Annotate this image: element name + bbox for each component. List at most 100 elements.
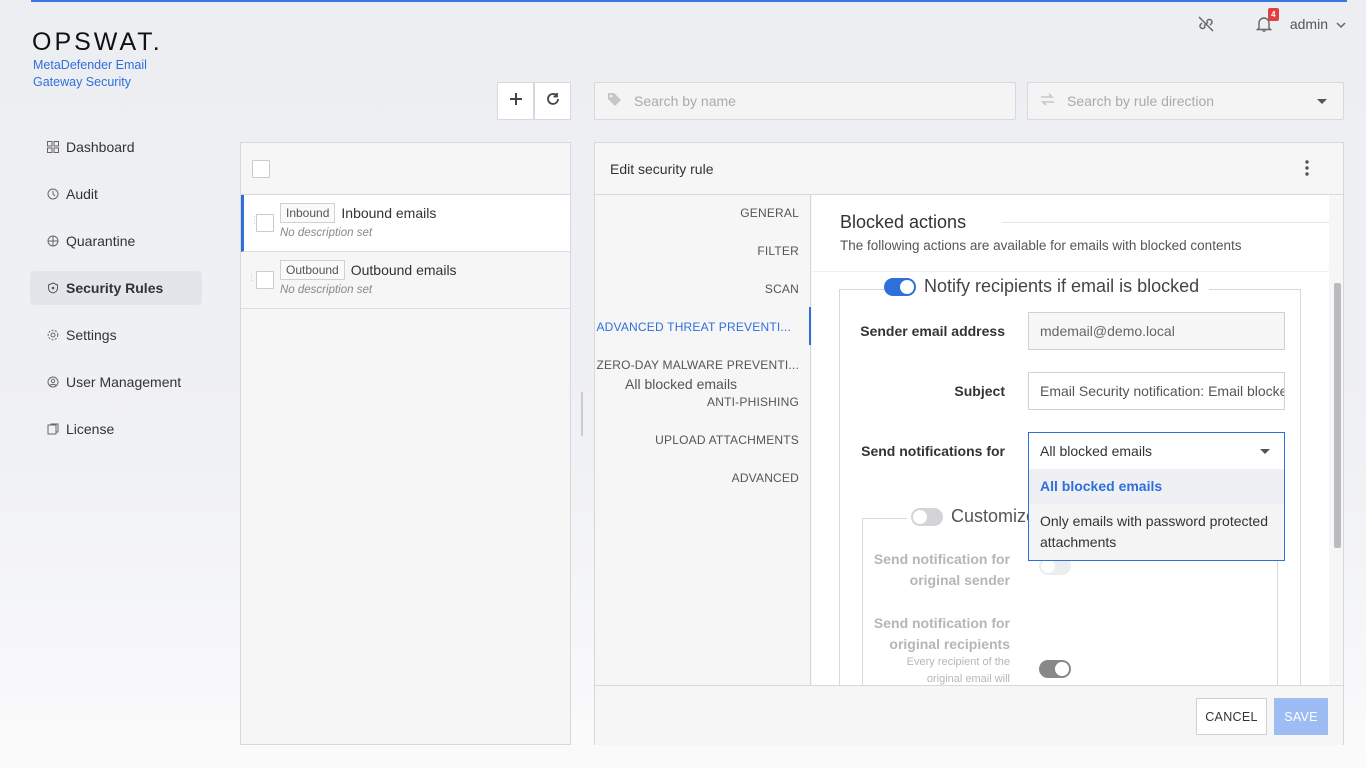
tab-scan[interactable]: SCAN bbox=[765, 282, 799, 296]
sidebar-item-audit[interactable]: Audit bbox=[30, 177, 202, 211]
audit-icon bbox=[46, 188, 59, 201]
refresh-icon bbox=[546, 92, 560, 111]
section-title: Blocked actions bbox=[840, 212, 967, 232]
sidebar-item-dashboard[interactable]: Dashboard bbox=[30, 130, 202, 164]
notification-badge: 4 bbox=[1267, 8, 1279, 21]
refresh-button[interactable] bbox=[534, 82, 571, 120]
rule-checkbox[interactable] bbox=[256, 271, 274, 289]
add-rule-button[interactable] bbox=[497, 82, 534, 120]
sidebar-item-label: Quarantine bbox=[66, 233, 136, 249]
content-scrollbar[interactable] bbox=[1334, 283, 1341, 548]
plus-icon bbox=[509, 92, 523, 111]
tab-zero-day-malware-prevention[interactable]: ZERO-DAY MALWARE PREVENTI... bbox=[596, 358, 799, 372]
tab-general[interactable]: GENERAL bbox=[740, 206, 799, 220]
rule-row[interactable]: ⋮ Inbound Inbound emails No description … bbox=[241, 195, 570, 252]
search-name-placeholder: Search by name bbox=[634, 93, 736, 109]
sidebar-item-label: Security Rules bbox=[66, 280, 164, 296]
sidebar-item-label: Audit bbox=[66, 186, 98, 202]
sidebar-item-security-rules[interactable]: Security Rules bbox=[30, 271, 202, 305]
rule-name: Outbound emails bbox=[350, 262, 457, 278]
notify-label: Notify recipients if email is blocked bbox=[924, 276, 1200, 296]
tab-advanced[interactable]: ADVANCED bbox=[732, 471, 799, 485]
customize-label: Customize bbox=[951, 506, 1037, 526]
customize-toggle[interactable] bbox=[911, 507, 943, 526]
rule-direction-tag: Inbound bbox=[280, 203, 336, 223]
topbar: 4 admin bbox=[1196, 8, 1346, 34]
tab-anti-phishing[interactable]: ANTI-PHISHING bbox=[707, 395, 799, 409]
select-all-checkbox[interactable] bbox=[252, 159, 270, 178]
more-options-icon[interactable] bbox=[1305, 160, 1309, 179]
edit-panel-title: Edit security rule bbox=[610, 160, 714, 177]
cancel-button[interactable]: CANCEL bbox=[1196, 698, 1267, 735]
users-icon bbox=[46, 376, 59, 389]
sidebar-item-user-management[interactable]: User Management bbox=[30, 365, 202, 399]
sidebar-item-license[interactable]: License bbox=[30, 412, 202, 446]
bell-icon[interactable]: 4 bbox=[1254, 8, 1279, 34]
orig-recipients-toggle[interactable] bbox=[1039, 660, 1071, 678]
rule-description: No description set bbox=[280, 284, 373, 296]
top-accent-line bbox=[31, 0, 1347, 2]
unlink-icon[interactable] bbox=[1196, 14, 1216, 34]
search-name-input[interactable]: Search by name bbox=[594, 82, 1016, 120]
dropdown-option[interactable]: All blocked emails bbox=[1029, 469, 1284, 504]
notify-toggle[interactable] bbox=[884, 277, 916, 296]
sidebar-item-label: License bbox=[66, 421, 115, 437]
orig-sender-label: Send notification for original sender bbox=[873, 551, 1010, 588]
edit-panel-footer: CANCEL SAVE bbox=[595, 685, 1343, 745]
send-for-value: All blocked emails bbox=[1040, 443, 1153, 459]
sidebar-nav: Dashboard Audit Quarantine Security Rule… bbox=[30, 130, 202, 459]
sidebar-item-label: Settings bbox=[66, 327, 117, 343]
user-menu[interactable]: admin bbox=[1290, 16, 1346, 32]
section-bottom-divider bbox=[812, 271, 1329, 272]
dashboard-icon bbox=[46, 141, 59, 154]
sidebar-item-label: Dashboard bbox=[66, 139, 135, 155]
tag-icon bbox=[607, 92, 622, 110]
rule-row[interactable]: ⋮ Outbound Outbound emails No descriptio… bbox=[241, 252, 570, 309]
edit-panel-header: Edit security rule bbox=[595, 143, 1343, 195]
save-button[interactable]: SAVE bbox=[1274, 698, 1328, 735]
gear-icon bbox=[46, 329, 59, 342]
edit-rule-panel: Edit security rule GENERAL FILTER SCAN A… bbox=[594, 142, 1344, 745]
sidebar-item-quarantine[interactable]: Quarantine bbox=[30, 224, 202, 258]
tab-filter[interactable]: FILTER bbox=[757, 244, 799, 258]
tab-advanced-threat-prevention[interactable]: ADVANCED THREAT PREVENTI... bbox=[596, 320, 810, 334]
rule-name: Inbound emails bbox=[341, 205, 437, 221]
drag-handle-icon[interactable]: ⋮ bbox=[250, 215, 259, 226]
orig-recipients-label: Send notification for original recipient… bbox=[873, 615, 1010, 652]
rules-list: ⋮ Inbound Inbound emails No description … bbox=[240, 142, 571, 745]
tab-content: Blocked actions The following actions ar… bbox=[812, 195, 1329, 685]
quarantine-icon bbox=[46, 235, 59, 248]
swap-icon bbox=[1040, 92, 1055, 110]
active-tab-indicator bbox=[809, 307, 811, 345]
panel-splitter[interactable] bbox=[581, 392, 583, 436]
subject-field[interactable]: Email Security notification: Email block… bbox=[1028, 372, 1285, 410]
username: admin bbox=[1289, 16, 1328, 32]
rule-direction-tag: Outbound bbox=[280, 260, 345, 280]
section-divider bbox=[1002, 222, 1329, 223]
orig-recipients-help: Every recipient of the original email wi… bbox=[906, 656, 1010, 685]
send-for-label: Send notifications for bbox=[861, 443, 1005, 459]
send-for-select[interactable]: All blocked emails bbox=[1028, 432, 1285, 470]
notify-legend: Notify recipients if email is blocked bbox=[884, 276, 1210, 297]
tab-overlay-text: All blocked emails bbox=[625, 376, 738, 392]
dropdown-caret-icon bbox=[1260, 449, 1270, 454]
drag-handle-icon[interactable]: ⋮ bbox=[247, 272, 256, 283]
rule-description: No description set bbox=[280, 227, 373, 239]
tab-upload-attachments[interactable]: UPLOAD ATTACHMENTS bbox=[655, 433, 799, 447]
chevron-down-icon bbox=[1336, 16, 1346, 32]
dropdown-caret-icon bbox=[1317, 99, 1327, 104]
sender-email-field[interactable]: mdemail@demo.local bbox=[1028, 312, 1285, 350]
rule-tabs: GENERAL FILTER SCAN ADVANCED THREAT PREV… bbox=[595, 195, 811, 685]
product-name: MetaDefender Email Gateway Security bbox=[33, 58, 147, 89]
section-subtitle: The following actions are available for … bbox=[840, 238, 1242, 253]
license-icon bbox=[46, 423, 59, 436]
search-direction-select[interactable]: Search by rule direction bbox=[1027, 82, 1344, 120]
rules-list-header bbox=[241, 143, 570, 195]
opswat-logo: OPSWAT. bbox=[32, 28, 163, 56]
sidebar-item-settings[interactable]: Settings bbox=[30, 318, 202, 352]
shield-icon bbox=[46, 282, 59, 295]
subject-label: Subject bbox=[954, 383, 1005, 399]
customize-legend: Customize bbox=[907, 506, 1041, 527]
dropdown-option[interactable]: Only emails with password protected atta… bbox=[1029, 504, 1284, 560]
sidebar-item-label: User Management bbox=[66, 374, 182, 390]
